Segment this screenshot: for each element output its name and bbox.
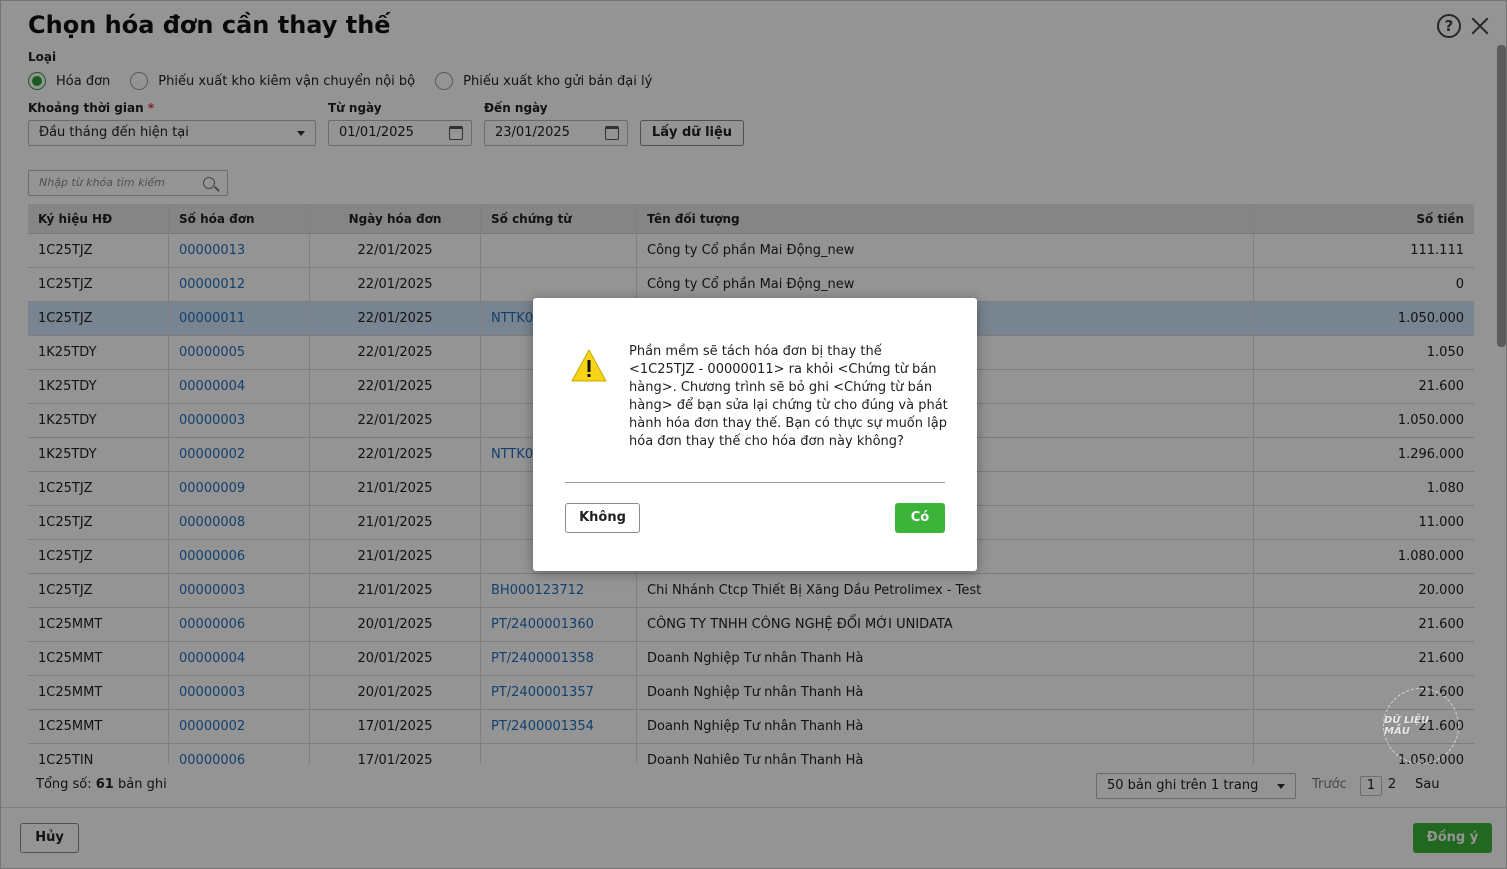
watermark-text: DỮ LIỆU MẪU: [1384, 715, 1429, 737]
sample-data-watermark: DỮ LIỆU MẪU: [1383, 688, 1459, 764]
warning-icon: [571, 348, 607, 382]
dialog-message: Phần mềm sẽ tách hóa đơn bị thay thế <1C…: [629, 344, 948, 449]
confirm-dialog: Phần mềm sẽ tách hóa đơn bị thay thế <1C…: [533, 298, 977, 571]
no-button[interactable]: Không: [565, 503, 640, 533]
dialog-divider: [565, 482, 945, 483]
yes-button[interactable]: Có: [895, 503, 945, 533]
